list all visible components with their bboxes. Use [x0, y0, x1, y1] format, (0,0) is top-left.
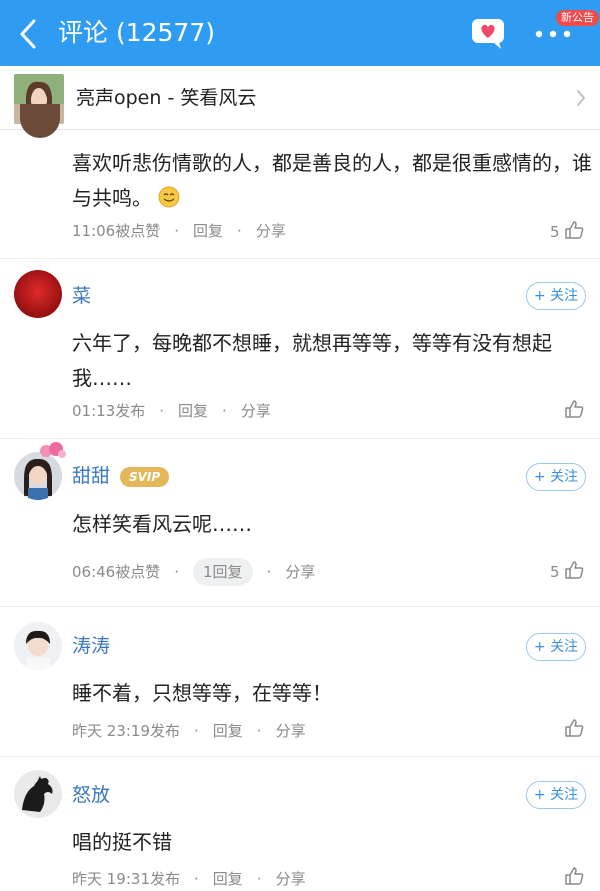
thumbs-up-icon: [565, 719, 584, 737]
reply-button[interactable]: 回复: [213, 720, 243, 742]
separator-dot: ·: [237, 222, 242, 240]
divider: [0, 756, 600, 757]
flower-decoration-icon: [40, 442, 66, 458]
song-info-row[interactable]: 亮声open - 笑看风云: [0, 66, 600, 130]
username[interactable]: 涛涛: [72, 632, 110, 660]
top-bar: 评论 (12577) 新公告: [0, 0, 600, 66]
reply-button[interactable]: 1回复: [193, 558, 253, 586]
comment-meta: 06:46被点赞 · 1回复 · 分享: [72, 558, 315, 586]
thumbs-up-icon: [565, 561, 584, 579]
thumbs-up-icon: [565, 221, 584, 239]
follow-button[interactable]: + 关注: [526, 282, 586, 310]
like-button[interactable]: [564, 866, 584, 890]
comment-text: 喜欢听悲伤情歌的人，都是善良的人，都是很重感情的，谁与共鸣。: [72, 151, 592, 210]
reply-button[interactable]: 回复: [193, 220, 223, 242]
share-button[interactable]: 分享: [256, 220, 286, 242]
thumbs-up-icon: [565, 400, 584, 418]
comment-time: 01:13发布: [72, 402, 146, 420]
username[interactable]: 甜甜: [72, 462, 110, 490]
avatar[interactable]: [14, 622, 62, 670]
comment-time: 昨天 23:19发布: [72, 722, 180, 740]
like-button[interactable]: [564, 399, 584, 423]
separator-dot: ·: [174, 563, 180, 581]
separator-dot: ·: [159, 402, 165, 420]
avatar[interactable]: [20, 104, 60, 138]
divider: [0, 258, 600, 259]
back-arrow-icon[interactable]: [14, 17, 44, 51]
comment-text: 六年了，每晚都不想睡，就想再等等，等等有没有想起我……: [72, 331, 552, 390]
reply-button[interactable]: 回复: [178, 400, 208, 422]
follow-button[interactable]: + 关注: [526, 781, 586, 809]
share-button[interactable]: 分享: [276, 720, 306, 742]
like-button[interactable]: 5: [550, 220, 584, 244]
separator-dot: ·: [194, 870, 199, 888]
like-count: 5: [550, 563, 560, 581]
separator-dot: ·: [174, 222, 180, 240]
comment-time: 昨天 19:31发布: [72, 870, 180, 888]
comment-meta: 昨天 19:31发布 · 回复 · 分享: [72, 868, 306, 890]
divider: [0, 606, 600, 607]
share-button[interactable]: 分享: [241, 400, 271, 422]
page-title: 评论 (12577): [58, 18, 215, 47]
song-title: 亮声open - 笑看风云: [76, 87, 257, 109]
comment-text: 怎样笑看风云呢……: [72, 512, 252, 536]
comment-text: 唱的挺不错: [72, 830, 172, 854]
separator-dot: ·: [256, 870, 262, 888]
like-button[interactable]: [564, 718, 584, 742]
comment-meta: 01:13发布 · 回复 · 分享: [72, 400, 271, 422]
comment-text: 睡不着，只想等等，在等等！: [72, 681, 332, 705]
separator-dot: ·: [256, 722, 262, 740]
separator-dot: ·: [266, 563, 272, 581]
svip-badge: SVIP: [120, 467, 170, 487]
comment-time: 11:06被点赞: [72, 222, 161, 240]
chat-heart-icon[interactable]: [471, 18, 505, 50]
username[interactable]: 菜: [72, 282, 91, 310]
divider: [0, 438, 600, 439]
comment-time: 06:46被点赞: [72, 563, 161, 581]
comment-meta: 11:06被点赞 · 回复 · 分享: [72, 220, 286, 242]
share-button[interactable]: 分享: [285, 561, 315, 583]
comment-meta: 昨天 23:19发布 · 回复 · 分享: [72, 720, 306, 742]
chevron-right-icon: [577, 90, 585, 106]
notice-badge: 新公告: [556, 10, 599, 26]
share-button[interactable]: 分享: [276, 868, 306, 890]
username[interactable]: 怒放: [72, 781, 110, 809]
avatar[interactable]: [14, 270, 62, 318]
like-count: 5: [550, 223, 560, 241]
thumbs-up-icon: [565, 867, 584, 885]
smile-emoji-icon: [158, 186, 180, 208]
like-button[interactable]: 5: [550, 560, 584, 584]
separator-dot: ·: [194, 722, 199, 740]
follow-button[interactable]: + 关注: [526, 463, 586, 491]
avatar[interactable]: [14, 770, 62, 818]
follow-button[interactable]: + 关注: [526, 633, 586, 661]
separator-dot: ·: [222, 402, 227, 420]
reply-button[interactable]: 回复: [213, 868, 243, 890]
